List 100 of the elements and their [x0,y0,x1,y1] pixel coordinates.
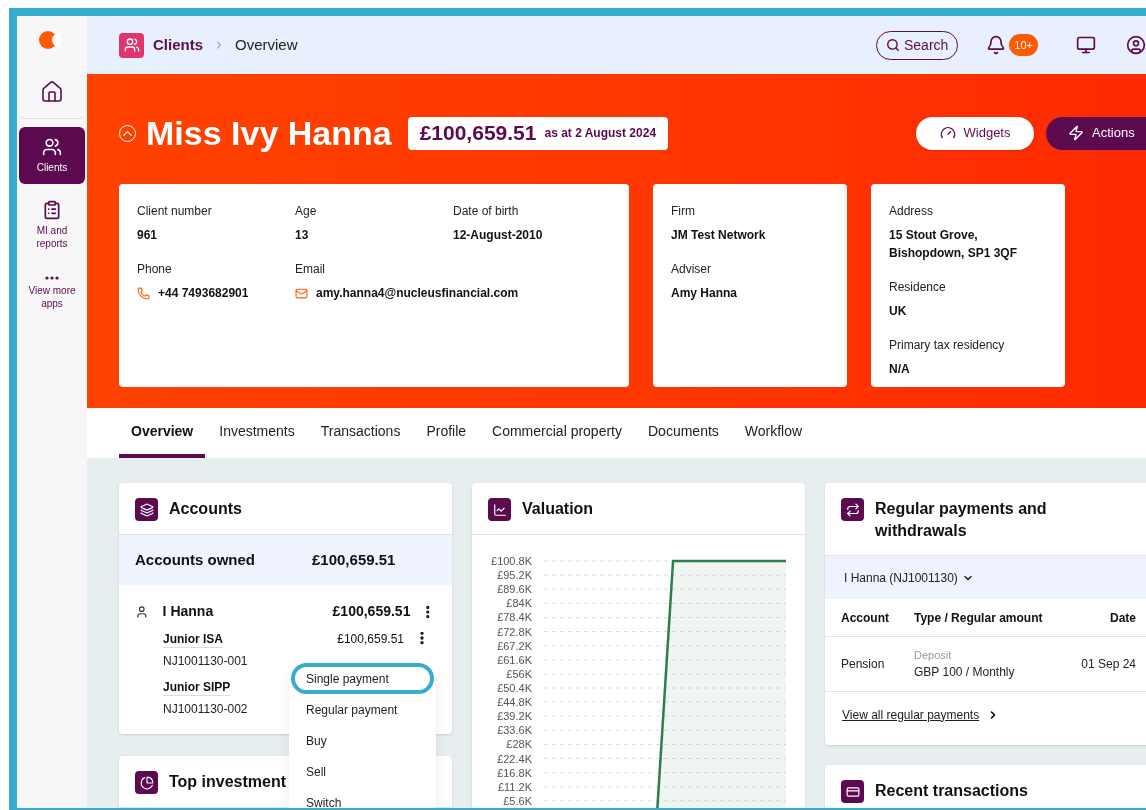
field-value: amy.hanna4@nucleusfinancial.com [316,285,519,302]
as-at-date: as at 2 August 2024 [544,125,657,142]
axis-label: £33.6K [497,724,532,737]
repeat-icon [841,498,864,521]
field-value: 12-August-2010 [453,227,543,244]
menu-item[interactable]: Regular payment [291,694,434,725]
axis-label: £78.4K [497,611,532,624]
card-title: Regular payments and withdrawals [875,499,1048,541]
widgets-button[interactable]: Widgets [916,116,1034,150]
lightning-icon [1068,125,1084,141]
menu-item[interactable]: Buy [291,725,434,756]
axis-label: £61.6K [497,653,532,666]
sidebar-item[interactable]: Clients [19,127,85,184]
axis-label: £39.2K [497,710,532,723]
phone-icon [137,286,150,300]
holder-total: £100,659.51 [331,602,411,621]
field-label: Client number [137,203,213,220]
field-value: UK [889,303,907,320]
column-header: Date [1109,609,1136,627]
table-cell-text: Pension [841,656,886,673]
menu-item[interactable]: Switch [291,787,434,808]
field-value: JM Test Network [671,227,766,244]
field-label: Address [889,203,935,220]
field-value: 961 [137,227,158,244]
clients-badge-icon [119,32,144,58]
client-name: Miss Ivy Hanna [146,112,392,154]
field-label: Firm [671,203,696,220]
sidebar-item[interactable]: MI and reports [19,190,85,260]
card-title: Top investment [169,772,287,792]
card-title: Valuation [522,499,594,519]
gauge-icon [939,125,956,141]
table-cell-text: GBP 100 / Monthly [914,664,1016,682]
clipboard-icon [42,200,62,220]
column-header: Account [841,609,890,627]
axis-label: £84K [506,597,532,610]
tab[interactable]: Commercial property [480,408,634,458]
field-label: Date of birth [453,203,520,220]
breadcrumb-current: Overview [235,34,298,55]
bell-icon[interactable] [986,35,1007,55]
field-label: Residence [889,279,947,296]
people-icon [42,137,62,157]
field-label: Phone [137,261,173,278]
breadcrumb-link[interactable]: Clients [153,33,203,57]
menu-item[interactable]: Single payment [291,663,434,694]
sidebar-item[interactable]: View more apps [19,266,85,320]
card-icon [841,780,864,803]
card-title: Accounts [169,499,242,519]
layers-icon [135,498,158,521]
field-value: 13 [295,227,309,244]
accounts-owned-label: Accounts owned [135,549,256,570]
table-cell-text: 01 Sep 24 [1080,656,1136,673]
axis-label: £95.2K [497,569,532,582]
payment-type: Deposit [914,647,953,663]
accounts-owned-total: £100,659.51 [312,549,396,570]
monitor-icon[interactable] [1076,35,1096,55]
line-chart-icon [488,498,511,521]
search-icon [885,38,900,52]
user-icon[interactable] [1126,35,1146,55]
mail-icon [295,286,308,300]
card-title: Recent transactions [875,781,1028,801]
tab[interactable]: Profile [414,408,479,458]
menu-item[interactable]: Sell [291,756,434,787]
account-selector[interactable]: I Hanna (NJ1001130) [825,556,1146,599]
tab[interactable]: Workflow [732,408,815,458]
axis-label: £22.4K [497,752,532,765]
account-value: £100,659.51 [336,631,404,648]
notification-badge: 10+ [1009,34,1038,56]
axis-label: £67.2K [497,639,532,652]
field-value: N/A [889,361,910,378]
account-name-link[interactable]: Junior ISA [163,630,293,648]
axis-label: £5.6K [503,794,532,807]
person-icon [135,604,149,619]
pie-chart-icon [135,771,158,794]
tab[interactable]: Overview [119,408,206,458]
tab[interactable]: Investments [207,408,307,458]
more-icon [45,276,59,280]
home-icon [40,80,64,104]
tab[interactable]: Transactions [308,408,413,458]
account-name-link[interactable]: Junior SIPP [163,678,293,696]
total-value: £100,659.51 [419,120,537,147]
axis-label: £11.2K [497,780,532,793]
axis-label: £50.4K [497,682,532,694]
axis-label: £28K [506,738,532,751]
axis-label: £100.8K [491,555,532,567]
axis-label: £16.8K [497,766,532,779]
field-value: +44 7493682901 [158,285,249,302]
view-all-link[interactable]: View all regular payments [842,705,980,724]
field-value: 15 Stout Grove, Bishopdown, SP1 3QF [889,227,1018,262]
account-number: NJ1001130-001 [163,653,249,670]
field-label: Primary tax residency [889,337,1006,354]
tab[interactable]: Documents [636,408,731,458]
field-label: Adviser [671,261,712,278]
field-label: Age [295,203,318,220]
axis-label: £72.8K [497,625,532,638]
column-header: Type / Regular amount [914,609,1044,627]
actions-button[interactable]: Actions [1046,116,1146,150]
holder-name: I Hanna [162,602,215,621]
axis-label: £56K [506,667,532,680]
axis-label: £44.8K [497,696,532,709]
axis-label: £89.6K [497,583,532,596]
